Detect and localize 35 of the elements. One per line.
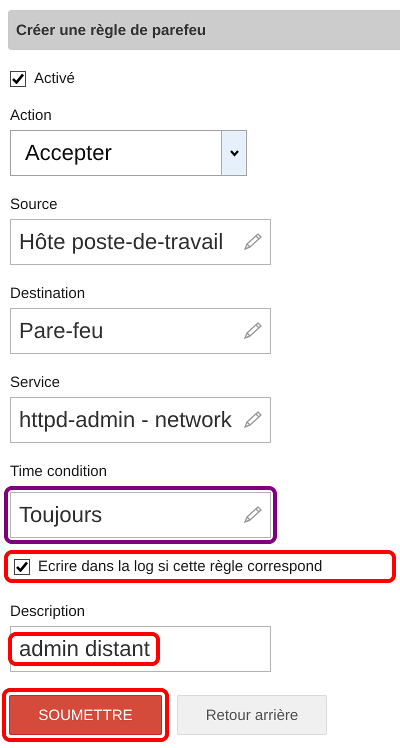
checkbox-row[interactable]: Activé xyxy=(10,70,75,87)
panel-title: Créer une règle de parefeu xyxy=(16,22,206,38)
check-icon xyxy=(16,561,28,572)
pencil-icon xyxy=(241,505,263,525)
input-field[interactable]: admin distant xyxy=(10,626,271,672)
checkbox[interactable] xyxy=(10,70,26,86)
chevron-icon xyxy=(230,150,238,156)
field-value: Hôte poste-de-travail xyxy=(19,229,224,255)
checkbox-label: Ecrire dans la log si cette règle correspond xyxy=(38,558,322,575)
check-icon xyxy=(12,73,24,84)
field-label: Source xyxy=(10,196,58,213)
submit-button[interactable]: SOUMETTRE xyxy=(9,695,162,735)
picker-field[interactable]: Pare-feu xyxy=(10,308,271,354)
pencil-icon xyxy=(241,410,263,430)
field-value: Pare-feu xyxy=(19,318,104,344)
back-button[interactable]: Retour arrière xyxy=(177,695,327,735)
pencil-icon xyxy=(241,321,263,341)
picker-field[interactable]: httpd-admin - network xyxy=(10,397,271,443)
field-value: admin distant xyxy=(18,636,151,661)
pencil-icon xyxy=(241,232,263,252)
field-value: httpd-admin - network xyxy=(19,407,232,433)
dropdown-button[interactable] xyxy=(221,131,246,175)
field-label: Description xyxy=(10,603,86,620)
checkbox-row[interactable]: Ecrire dans la log si cette règle correspond xyxy=(10,556,390,577)
field-label: Time condition xyxy=(10,463,107,480)
picker-field[interactable]: Hôte poste-de-travail xyxy=(10,219,271,265)
checkbox-label: Activé xyxy=(34,70,75,87)
picker-field[interactable]: Toujours xyxy=(10,492,271,538)
field-label: Destination xyxy=(10,285,86,302)
dropdown-value: Accepter xyxy=(25,140,112,166)
field-label: Service xyxy=(10,374,60,391)
checkbox[interactable] xyxy=(14,558,30,574)
action-dropdown[interactable]: Accepter xyxy=(10,130,247,176)
field-label: Action xyxy=(10,107,52,124)
field-value: Toujours xyxy=(19,502,102,528)
